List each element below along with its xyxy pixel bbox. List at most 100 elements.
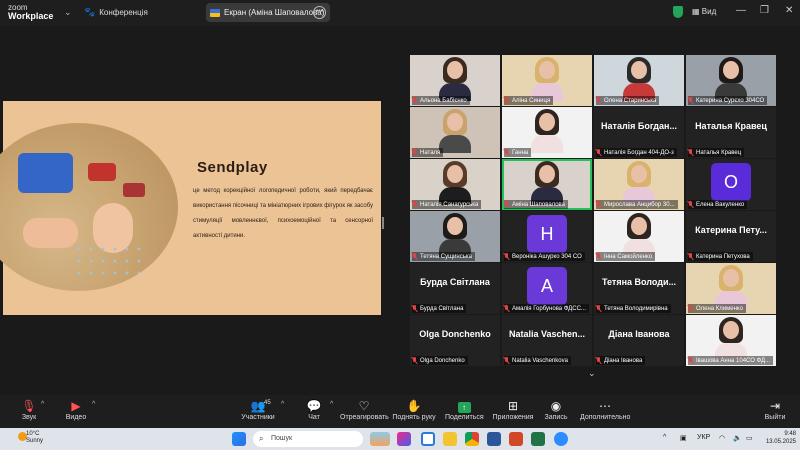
participant-tile[interactable]: Olga Donchenko Olga Donchenko — [410, 315, 500, 366]
participant-name-label: Катерина Петухова — [688, 252, 753, 261]
mic-muted-icon — [688, 357, 694, 364]
participants-caret[interactable]: ^ — [281, 401, 284, 408]
react-button[interactable]: ♡ Отреагировать — [340, 398, 389, 421]
participant-tile[interactable]: Наталя — [410, 107, 500, 158]
audio-options-caret[interactable]: ^ — [41, 401, 44, 408]
weather-widget[interactable]: 10°C Sunny — [18, 431, 43, 445]
wifi-icon[interactable]: ◠ — [719, 434, 725, 442]
participant-tile[interactable]: A Амалія Горбунова ФДСС... — [502, 263, 592, 314]
mic-muted-icon — [688, 149, 694, 156]
landscape-widget-icon[interactable] — [370, 432, 390, 446]
participant-tile[interactable]: Ганна — [502, 107, 592, 158]
participants-button[interactable]: 👥 45 Участники — [238, 398, 278, 421]
copilot-icon[interactable] — [397, 432, 411, 446]
taskbar-search[interactable]: ⌕ Пошук — [253, 431, 363, 447]
participant-tile[interactable]: Альона Бабієнко — [410, 55, 500, 106]
mic-muted-icon — [412, 149, 418, 156]
raise-hand-button[interactable]: ✋ Поднять руку — [392, 398, 436, 421]
mic-muted-icon — [504, 149, 510, 156]
participant-name-label: Ганна — [504, 148, 532, 157]
audio-button[interactable]: 🎙 Звук — [14, 398, 44, 421]
participant-name: Аліна Синиця — [512, 97, 551, 104]
zoom-app-icon[interactable] — [554, 432, 568, 446]
participant-tile[interactable]: Бурда Світлана Бурда Світлана — [410, 263, 500, 314]
screen-share-indicator[interactable]: Екран (Аміна Шаповалова) ••• — [206, 3, 330, 22]
participant-tile[interactable]: O Елена Вакуленко — [686, 159, 776, 210]
volume-icon[interactable]: 🔈 — [733, 434, 742, 442]
mic-muted-icon: 🎙 — [21, 399, 37, 413]
powerpoint-icon[interactable] — [509, 432, 523, 446]
participant-name-label: Івашова Анна 104СО ФД... — [688, 356, 774, 365]
tray-expand-icon[interactable]: ^ — [663, 434, 666, 441]
participant-tile[interactable]: Інна Самойленко — [594, 211, 684, 262]
participant-tile[interactable]: Наталья Кравец Наталья Кравец — [686, 107, 776, 158]
leave-button[interactable]: ⇥ Выйти — [762, 398, 788, 421]
apps-button[interactable]: ⊞ Приложения — [492, 398, 534, 421]
shared-screen-slide: Sendplay це метод корекційної логопедичн… — [0, 101, 381, 315]
participant-tile[interactable]: H Вероніка Ашурко 304 СО — [502, 211, 592, 262]
video-button[interactable]: ▶ Видео — [60, 398, 92, 421]
participant-tile[interactable]: Катерина Пету... Катерина Петухова — [686, 211, 776, 262]
chevron-down-icon[interactable]: ⌄ — [588, 368, 596, 379]
more-button[interactable]: ⋯ Дополнительно — [580, 398, 630, 421]
participant-tile[interactable]: Наталія Богдан... Наталія Богдан 404-ДО-з — [594, 107, 684, 158]
mic-muted-icon — [412, 357, 418, 364]
battery-icon[interactable]: ▭ — [746, 434, 753, 442]
mic-muted-icon — [688, 201, 694, 208]
chat-button[interactable]: 💬 Чат — [302, 398, 326, 421]
participant-tile[interactable]: Олена Клименко — [686, 263, 776, 314]
apps-icon: ⊞ — [507, 399, 519, 413]
chrome-icon[interactable] — [465, 432, 479, 446]
participant-name: Ганна — [512, 149, 529, 156]
more-options-icon[interactable]: ••• — [313, 6, 326, 19]
excel-icon[interactable] — [531, 432, 545, 446]
security-shield-icon[interactable] — [673, 6, 683, 18]
tray-app-icon[interactable]: ▣ — [680, 434, 687, 442]
participant-video — [435, 107, 475, 153]
meeting-title[interactable]: 🐾 Конференція — [84, 7, 148, 18]
chat-caret[interactable]: ^ — [330, 401, 333, 408]
splitter-handle[interactable] — [382, 217, 384, 229]
sun-icon — [18, 432, 27, 441]
participant-tile[interactable]: Діана Іванова Діана Іванова — [594, 315, 684, 366]
word-icon[interactable] — [487, 432, 501, 446]
participant-tile[interactable]: Тетяна Сущинська — [410, 211, 500, 262]
view-button[interactable]: ▦ Вид — [692, 7, 716, 16]
participant-tile[interactable]: Тетяна Володи... Тетяна Володимирівна — [594, 263, 684, 314]
input-language[interactable]: УКР — [697, 434, 710, 441]
participant-video — [619, 55, 659, 101]
video-options-caret[interactable]: ^ — [92, 401, 95, 408]
participant-name-label: Аміна Шаповалова — [504, 200, 569, 209]
mic-muted-icon — [412, 305, 418, 312]
participant-video — [435, 211, 475, 257]
participant-tile[interactable]: Івашова Анна 104СО ФД... — [686, 315, 776, 366]
participant-gallery: Альона Бабієнко Аліна Синиця Олена Старинс… — [410, 55, 776, 366]
mic-muted-icon — [688, 253, 694, 260]
participant-tile[interactable]: Natalia Vaschen... Natalia Vaschenkova — [502, 315, 592, 366]
restore-icon[interactable]: ❐ — [760, 5, 769, 16]
video-off-icon: ▶ — [71, 399, 81, 413]
participant-video — [435, 55, 475, 101]
participant-display-name: Наталія Богдан... — [601, 121, 677, 131]
slide-text: це метод корекційної логопедичної роботи… — [193, 188, 373, 239]
participant-name: Аміна Шаповалова — [512, 201, 566, 208]
participant-name: Діана Іванова — [604, 357, 643, 364]
mic-muted-icon — [504, 97, 510, 104]
participant-tile[interactable]: Мирослава Анцибор 30... — [594, 159, 684, 210]
record-button[interactable]: ◉ Запись — [543, 398, 569, 421]
share-button[interactable]: ↑ Поделиться — [445, 398, 484, 421]
file-explorer-icon[interactable] — [443, 432, 457, 446]
participant-tile[interactable]: Олена Старинська — [594, 55, 684, 106]
zoom-window: zoom Workplace ⌄ 🐾 Конференція Екран (Ам… — [0, 0, 800, 450]
windows-start-icon[interactable] — [232, 432, 246, 446]
participant-tile[interactable]: Наталія Санагурська — [410, 159, 500, 210]
edge-icon[interactable] — [421, 432, 435, 446]
participant-tile[interactable]: Катерина Сурєхо 304СО — [686, 55, 776, 106]
minimize-icon[interactable]: — — [736, 5, 746, 16]
participant-tile[interactable]: Аліна Синиця — [502, 55, 592, 106]
close-icon[interactable]: ✕ — [785, 5, 793, 16]
chevron-down-icon[interactable]: ⌄ — [64, 7, 72, 18]
participant-name-label: Альона Бабієнко — [412, 96, 470, 105]
taskbar-clock[interactable]: 9:48 13.05.2025 — [760, 430, 796, 446]
participant-tile[interactable]: Аміна Шаповалова — [502, 159, 592, 210]
